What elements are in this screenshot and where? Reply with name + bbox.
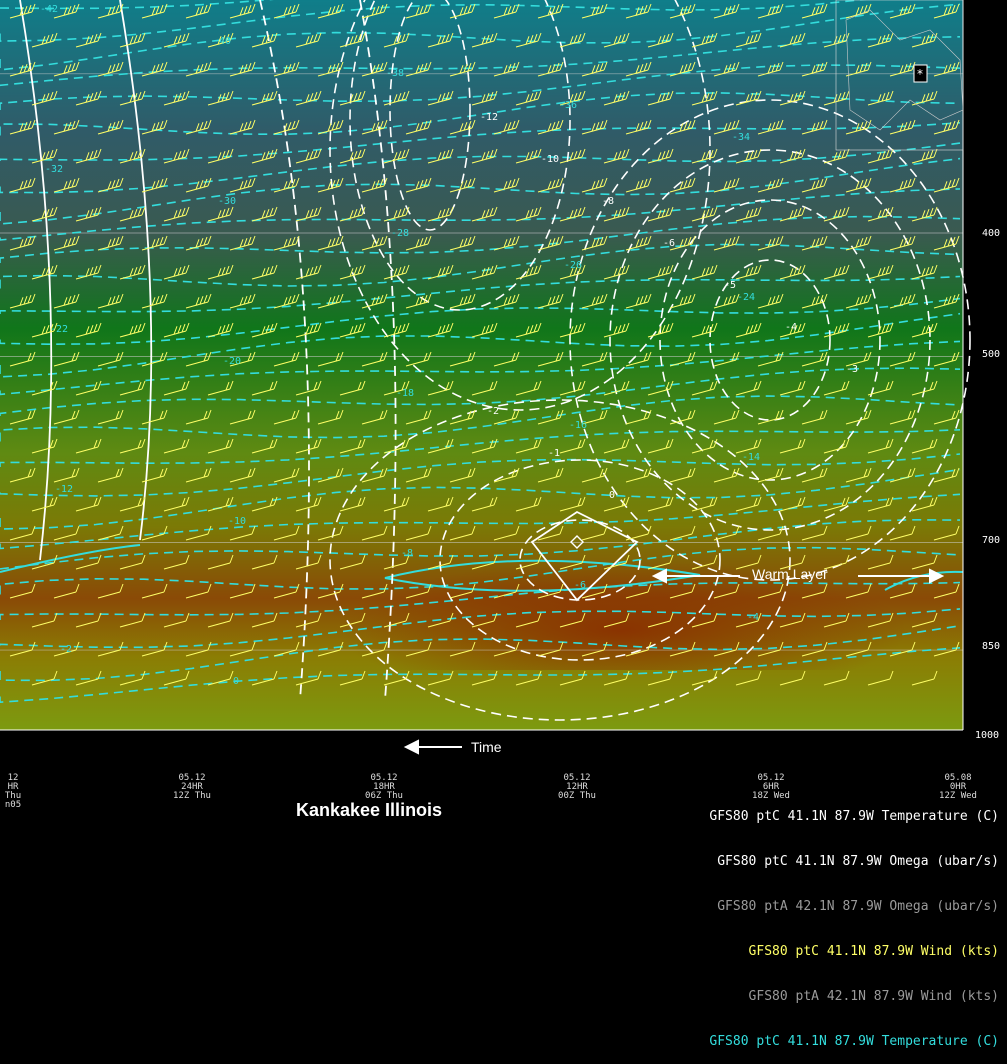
legend-entry: GFS80 ptA 42.1N 87.9W Wind (kts) [748, 989, 999, 1004]
cross-section-plot: -42-40-38-36-34-32-30-28-26-24-22-20-18-… [0, 0, 971, 755]
temperature-contour-label: -10 [228, 516, 246, 527]
omega-contour-label: -2 [487, 406, 499, 417]
time-tick-0: 12 HR Thu n05 [4, 773, 22, 810]
pressure-label-500: 500 [982, 349, 1001, 360]
pressure-label-400: 400 [982, 228, 1001, 239]
warm-layer-label: Warm Layer [752, 566, 828, 582]
temperature-contour-label: -30 [218, 196, 236, 207]
temperature-contour-label: -16 [569, 420, 587, 431]
temperature-contour-label: -14 [742, 452, 760, 463]
pressure-label-850: 850 [982, 641, 1001, 652]
omega-contour-label: -5 [724, 280, 736, 291]
omega-contour-label: 0 [609, 490, 615, 501]
omega-contour-label: -10 [541, 154, 559, 165]
time-tick-3: 05.12 12HR 00Z Thu [558, 773, 596, 801]
time-arrow [403, 739, 462, 755]
station-title: Kankakee Illinois [296, 800, 443, 820]
temperature-contour-label: -4 [747, 612, 759, 623]
omega-contour-label: -6 [663, 238, 675, 249]
temperature-contour-label: -42 [40, 4, 58, 15]
legend-entry: GFS80 ptC 41.1N 87.9W Omega (ubar/s) [717, 854, 999, 869]
temperature-contour-label: 0 [233, 676, 239, 687]
time-label: Time [471, 739, 502, 755]
legend-entry: GFS80 ptA 42.1N 87.9W Omega (ubar/s) [717, 899, 999, 914]
omega-contour-label: -1 [548, 448, 560, 459]
temperature-contour-label: -36 [559, 100, 577, 111]
omega-contour-label: -8 [602, 196, 614, 207]
omega-contour-label: -3 [846, 364, 858, 375]
temperature-contour-label: -18 [396, 388, 414, 399]
temperature-contour-label: -28 [391, 228, 409, 239]
time-tick-1: 05.12 24HR 12Z Thu [173, 773, 211, 801]
omega-contour-label: -12 [480, 112, 498, 123]
temperature-contour-label: -40 [213, 36, 231, 47]
temperature-contour-label: -32 [45, 164, 63, 175]
temperature-contour-label: -24 [737, 292, 755, 303]
temperature-contour-label: -20 [223, 356, 241, 367]
legend: GFS80 ptC 41.1N 87.9W Temperature (C) GF… [709, 779, 999, 1064]
temperature-contour-label: -38 [386, 68, 404, 79]
temperature-contour-label: -34 [732, 132, 750, 143]
temperature-contour-label: -2 [60, 644, 72, 655]
temperature-contour-label: -6 [574, 580, 586, 591]
svg-text:*: * [916, 67, 923, 81]
pressure-label-1000: 1000 [975, 730, 1000, 741]
temperature-contour-label: -22 [50, 324, 68, 335]
temperature-contour-label: -8 [401, 548, 413, 559]
temperature-contour-label: -12 [55, 484, 73, 495]
temperature-contour-label: -26 [564, 260, 582, 271]
legend-entry: GFS80 ptC 41.1N 87.9W Wind (kts) [748, 944, 999, 959]
legend-entry: GFS80 ptC 41.1N 87.9W Temperature (C) [709, 1034, 999, 1049]
omega-contour-label: -4 [785, 322, 797, 333]
legend-entry: GFS80 ptC 41.1N 87.9W Temperature (C) [709, 809, 999, 824]
pressure-label-700: 700 [982, 535, 1001, 546]
